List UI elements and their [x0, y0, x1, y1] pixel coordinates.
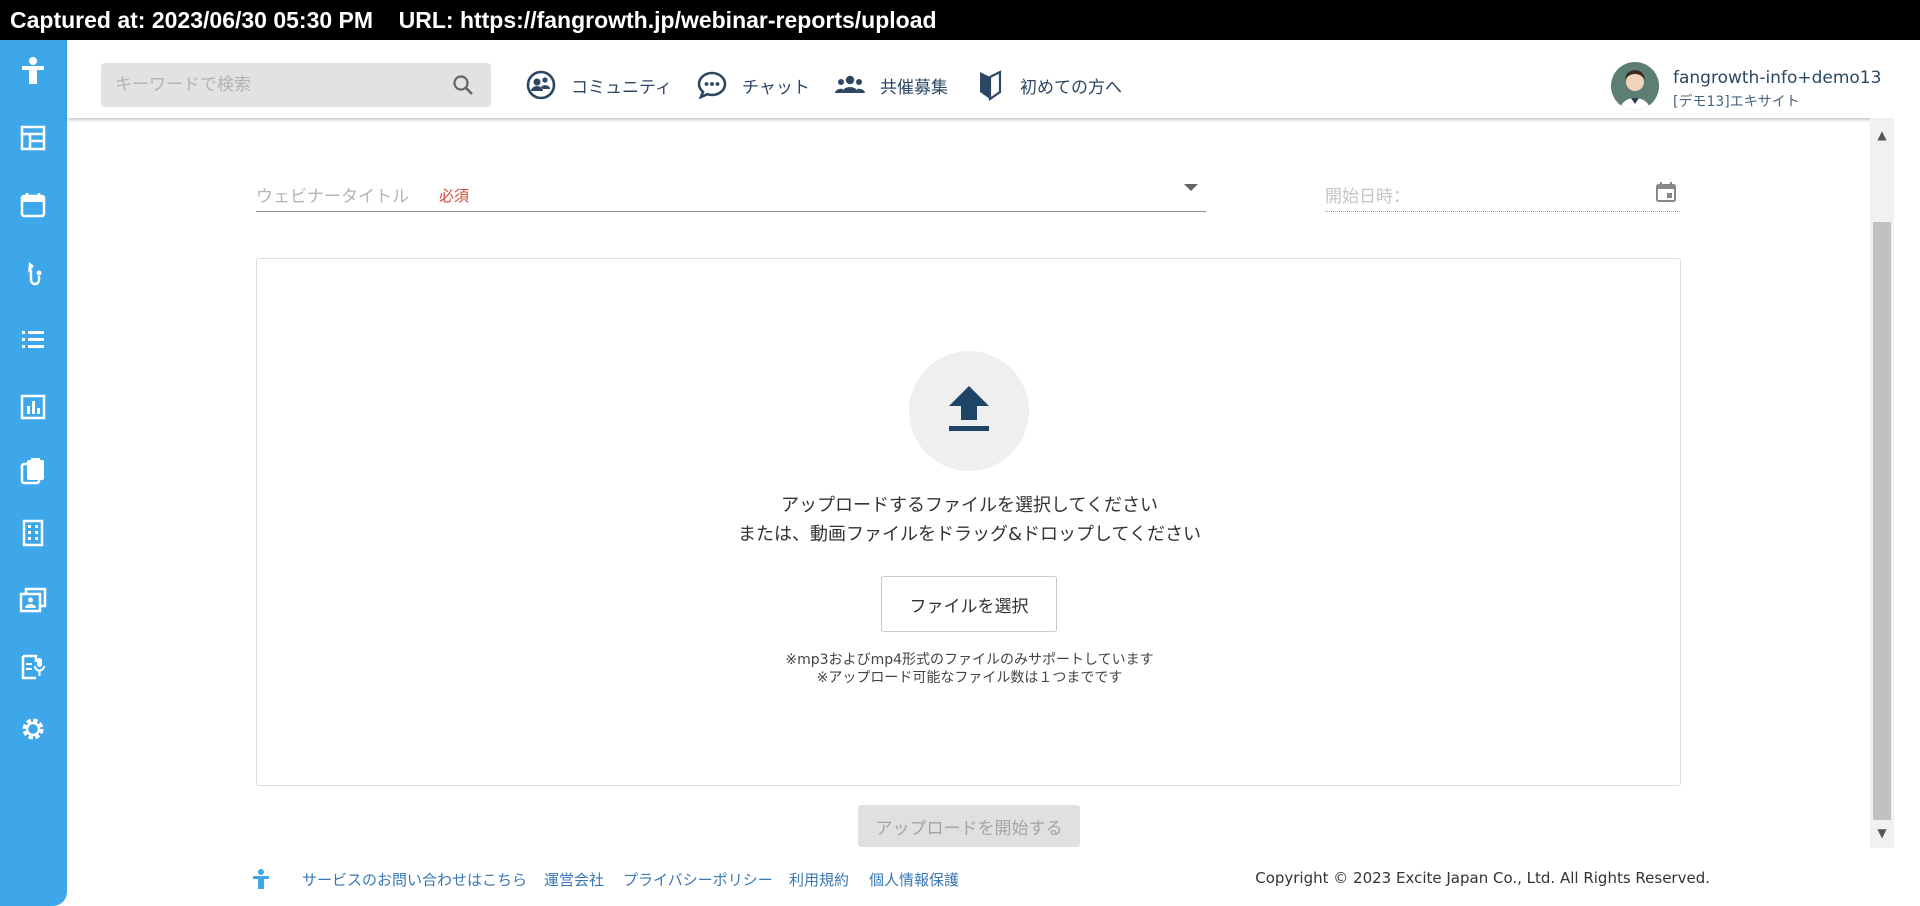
- start-upload-button[interactable]: アップロードを開始する: [858, 805, 1080, 847]
- search-input[interactable]: [101, 63, 441, 107]
- footer-link-personal-info[interactable]: 個人情報保護: [869, 869, 959, 890]
- file-drop-zone[interactable]: アップロードするファイルを選択してください または、動画ファイルをドラッグ&ドロ…: [256, 258, 1681, 786]
- search-icon[interactable]: [451, 73, 475, 97]
- required-badge: 必須: [439, 187, 470, 205]
- nav-chat[interactable]: チャット: [696, 68, 810, 102]
- microphone-icon[interactable]: [16, 256, 50, 290]
- nav-chat-label: チャット: [742, 77, 810, 98]
- nav-cosponsor-label: 共催募集: [880, 77, 948, 98]
- top-header: コミュニティ チャット 共催募集 初めての方へ fangrowth-info+d…: [67, 40, 1894, 118]
- webinar-title-label: ウェビナータイトル: [256, 187, 409, 207]
- upload-icon: [949, 386, 989, 431]
- nav-beginners-label: 初めての方へ: [1020, 77, 1122, 98]
- start-datetime-field[interactable]: 開始日時：: [1325, 170, 1680, 212]
- nav-beginners[interactable]: 初めての方へ: [974, 68, 1122, 102]
- beginner-mark-icon: [980, 70, 1002, 101]
- dropdown-caret-icon[interactable]: [1184, 184, 1198, 191]
- search-box: [101, 63, 491, 107]
- file-count-note: ※アップロード可能なファイル数は１つまでです: [816, 670, 1123, 686]
- avatar[interactable]: [1611, 62, 1659, 110]
- sidebar: [0, 40, 67, 906]
- report-mic-icon[interactable]: [16, 650, 50, 684]
- clipboard-icon[interactable]: [16, 453, 50, 487]
- start-datetime-label: 開始日時：: [1325, 187, 1410, 207]
- chat-icon: [697, 71, 727, 100]
- upload-icon-circle: [909, 351, 1029, 471]
- calendar-icon[interactable]: [1654, 180, 1678, 204]
- community-icon: [526, 70, 556, 100]
- building-icon[interactable]: [16, 516, 50, 550]
- logo-person-icon[interactable]: [16, 54, 50, 88]
- footer-link-contact[interactable]: サービスのお問い合わせはこちら: [302, 869, 527, 890]
- copyright-text: Copyright © 2023 Excite Japan Co., Ltd. …: [1255, 869, 1710, 887]
- footer-link-terms[interactable]: 利用規約: [789, 869, 849, 890]
- list-icon[interactable]: [16, 323, 50, 357]
- capture-info-bar: Captured at: 2023/06/30 05:30 PM URL: ht…: [0, 0, 1920, 40]
- nav-community-label: コミュニティ: [571, 77, 672, 98]
- user-org: [デモ13]エキサイト: [1673, 94, 1800, 110]
- supported-format-note: ※mp3およびmp4形式のファイルのみサポートしています: [785, 652, 1154, 668]
- scroll-up-arrow-icon[interactable]: ▲: [1870, 128, 1894, 148]
- scrollbar-thumb[interactable]: [1873, 222, 1891, 820]
- footer: サービスのお問い合わせはこちら 運営会社 プライバシーポリシー 利用規約 個人情…: [250, 866, 1710, 892]
- window-scrollbar-track: [1894, 40, 1920, 906]
- calendar-icon[interactable]: [16, 188, 50, 222]
- upload-instruction-line1: アップロードするファイルを選択してください: [781, 495, 1158, 516]
- footer-link-privacy[interactable]: プライバシーポリシー: [623, 869, 773, 890]
- footer-link-company[interactable]: 運営会社: [544, 869, 604, 890]
- group-icon: [835, 75, 865, 93]
- footer-logo-icon[interactable]: [250, 868, 272, 890]
- nav-community[interactable]: コミュニティ: [525, 68, 672, 102]
- user-name: fangrowth-info+demo13: [1673, 68, 1882, 88]
- nav-cosponsor[interactable]: 共催募集: [834, 68, 948, 102]
- scroll-down-arrow-icon[interactable]: ▼: [1870, 826, 1894, 846]
- dashboard-icon[interactable]: [16, 121, 50, 155]
- gear-icon[interactable]: [16, 712, 50, 746]
- bar-chart-icon[interactable]: [16, 390, 50, 424]
- webinar-title-select[interactable]: ウェビナータイトル 必須: [256, 170, 1206, 212]
- contact-card-icon[interactable]: [16, 583, 50, 617]
- upload-instruction-line2: または、動画ファイルをドラッグ&ドロップしてください: [738, 524, 1201, 545]
- select-file-button[interactable]: ファイルを選択: [881, 576, 1057, 632]
